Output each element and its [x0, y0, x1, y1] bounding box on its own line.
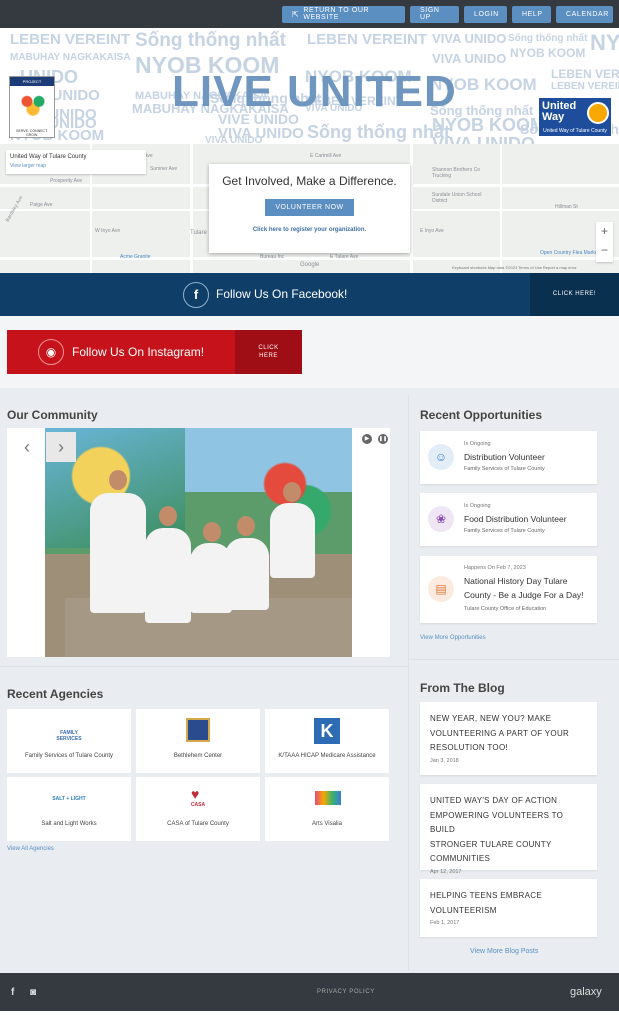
family-services-logo: FAMILY SERVICES: [56, 730, 82, 742]
hands-icon: [18, 91, 48, 117]
help-button[interactable]: HELP: [512, 5, 551, 23]
recent-opportunities-heading: Recent Opportunities: [420, 408, 543, 422]
view-more-blog-posts-link[interactable]: View More Blog Posts: [470, 948, 538, 955]
agency-card[interactable]: Arts Visalia: [265, 777, 389, 841]
hero-background-word: LEBEN VEREINT: [307, 31, 428, 48]
hero-background-word: VIVA UNIDO: [432, 31, 507, 46]
pause-icon[interactable]: ❚❚: [378, 434, 388, 444]
person-icon: ☺: [428, 444, 454, 470]
book-icon: ▤: [428, 576, 454, 602]
blog-post-card[interactable]: NEW YEAR, NEW YOU? MAKE VOLUNTEERING A P…: [420, 702, 597, 775]
project-volunteer-logo: PROJECT VOLUNTEER SERVE. CONNECT. GROW.: [9, 76, 55, 138]
privacy-policy-link[interactable]: PRIVACY POLICY: [317, 989, 375, 995]
footer-facebook-icon[interactable]: f: [11, 987, 14, 998]
map-attribution[interactable]: Keyboard shortcuts Map data ©2023 Terms …: [452, 265, 577, 270]
facebook-icon: f: [183, 282, 209, 308]
return-to-website-button[interactable]: ⇱ RETURN TO OUR WEBSITE: [282, 5, 405, 23]
login-button[interactable]: LOGIN: [464, 5, 507, 23]
galaxy-logo[interactable]: galaxy: [570, 986, 602, 998]
blog-post-card[interactable]: HELPING TEENS EMBRACE VOLUNTEERISM Feb 1…: [420, 879, 597, 937]
agency-card[interactable]: K K/TAAA HICAP Medicare Assistance: [265, 709, 389, 773]
hero-background-word: Sống thống nhất: [135, 30, 286, 51]
volunteer-now-button[interactable]: VOLUNTEER NOW: [265, 199, 354, 216]
map-zoom-control: + −: [596, 222, 613, 262]
agency-card[interactable]: FAMILY SERVICES Family Services of Tular…: [7, 709, 131, 773]
view-all-agencies-link[interactable]: View All Agencies: [7, 846, 54, 852]
united-way-hand-icon: [587, 102, 609, 124]
instagram-icon: ◉: [38, 339, 64, 365]
footer: f ◙ PRIVACY POLICY galaxy: [0, 973, 619, 1011]
bethlehem-center-logo: [186, 718, 210, 742]
facebook-text: Follow Us On Facebook!: [216, 287, 348, 301]
agency-card[interactable]: Bethlehem Center: [136, 709, 260, 773]
hero-background-word: VIVA UNIDO: [432, 51, 507, 66]
slider-next-button[interactable]: ›: [46, 432, 76, 462]
hero-background-word: NYOB KOOM: [510, 46, 586, 60]
hero-background-word: NY: [590, 30, 619, 55]
blog-post-card[interactable]: UNITED WAY'S DAY OF ACTION EMPOWERING VO…: [420, 784, 597, 875]
recent-agencies-heading: Recent Agencies: [7, 687, 104, 701]
hero-background-word: Sống thống nhất: [307, 122, 450, 142]
hero-title: LIVE UNITED: [172, 67, 457, 116]
opportunity-card[interactable]: ❀ Is Ongoing Food Distribution Volunteer…: [420, 493, 597, 546]
map-place-card: United Way of Tulare County View larger …: [6, 150, 146, 174]
instagram-click-here-button[interactable]: CLICK HERE: [235, 330, 302, 374]
get-involved-heading: Get Involved, Make a Difference.: [222, 174, 397, 188]
grapes-icon: ❀: [428, 506, 454, 532]
agency-card[interactable]: SALT + LIGHT Salt and Light Works: [7, 777, 131, 841]
hero-background-word: Sống thống nhất: [508, 33, 588, 44]
agency-card[interactable]: ♥ CASA CASA of Tulare County: [136, 777, 260, 841]
instagram-text: Follow Us On Instagram!: [72, 345, 205, 359]
salt-light-logo: SALT + LIGHT: [52, 796, 86, 802]
hero-background-word: VIVA UNIDO: [205, 135, 263, 145]
get-involved-card: Get Involved, Make a Difference. VOLUNTE…: [209, 164, 410, 253]
zoom-in-button[interactable]: +: [596, 222, 613, 241]
community-photo: [45, 428, 352, 657]
top-nav-bar: ⇱ RETURN TO OUR WEBSITE SIGN UP LOGIN HEL…: [0, 0, 619, 28]
ktaaa-logo: K: [314, 718, 340, 744]
view-larger-map-link[interactable]: View larger map: [10, 163, 142, 169]
hero-background-word: LEBEN VEREINT: [10, 31, 131, 48]
calendar-button[interactable]: CALENDAR: [556, 5, 613, 23]
our-community-heading: Our Community: [7, 408, 98, 422]
casa-logo: ♥ CASA: [190, 786, 206, 808]
facebook-click-here-button[interactable]: CLICK HERE!: [530, 273, 619, 316]
united-way-logo: United Way United Way of Tulare County: [538, 97, 612, 137]
from-the-blog-heading: From The Blog: [420, 681, 505, 695]
sign-up-button[interactable]: SIGN UP: [410, 5, 459, 23]
external-link-icon: ⇱: [292, 9, 300, 19]
arts-visalia-logo: [315, 791, 341, 805]
page-bottom: [0, 1011, 619, 1024]
register-organization-link[interactable]: Click here to register your organization…: [209, 227, 410, 233]
hero-background-word: LEBEN VEREINT: [551, 81, 619, 92]
facebook-banner[interactable]: f Follow Us On Facebook! CLICK HERE!: [0, 273, 619, 316]
play-icon[interactable]: ▶: [362, 434, 372, 444]
slider-prev-button[interactable]: ‹: [12, 432, 42, 462]
instagram-banner[interactable]: ◉ Follow Us On Instagram! CLICK HERE: [7, 330, 302, 374]
hero-background-word: LEBEN VEREINT: [551, 67, 619, 81]
zoom-out-button[interactable]: −: [596, 241, 613, 260]
opportunity-card[interactable]: ☺ Is Ongoing Distribution Volunteer Fami…: [420, 431, 597, 484]
hero-background-word: MABUHAY NAGKAKAISA: [10, 52, 131, 63]
opportunity-card[interactable]: ▤ Happens On Feb 7, 2023 National Histor…: [420, 556, 597, 623]
hero-banner: LEBEN VEREINT Sống thống nhất LEBEN VEREIN…: [0, 28, 619, 144]
footer-instagram-icon[interactable]: ◙: [30, 987, 36, 998]
view-more-opportunities-link[interactable]: View More Opportunities: [420, 635, 486, 641]
